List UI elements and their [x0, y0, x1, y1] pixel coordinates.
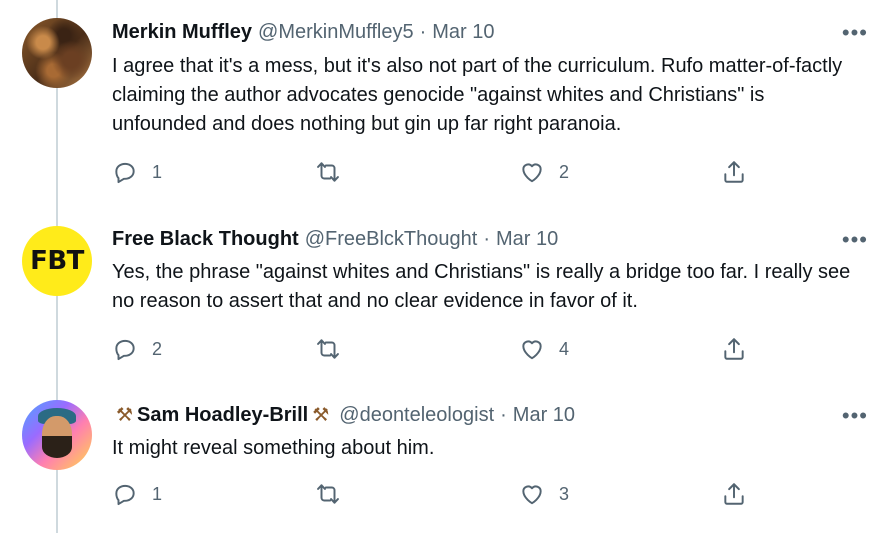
tweet-actions: 1 3 — [112, 481, 752, 511]
tweet[interactable]: ⚒ Sam Hoadley-Brill ⚒ @deonteleologist ·… — [0, 380, 889, 533]
author-handle[interactable]: @FreeBlckThought — [305, 228, 478, 251]
reply-count: 2 — [152, 338, 163, 359]
tweet-actions: 1 2 — [112, 159, 752, 189]
tweet-header: ⚒ Sam Hoadley-Brill ⚒ @deonteleologist ·… — [112, 402, 575, 428]
retweet-icon — [317, 339, 339, 359]
avatar-beard — [42, 436, 72, 458]
tweet-date[interactable]: Mar 10 — [513, 404, 575, 427]
avatar[interactable] — [22, 18, 92, 88]
like-count: 3 — [559, 483, 570, 504]
more-options-icon[interactable]: ••• — [842, 20, 868, 46]
separator-dot: · — [500, 403, 507, 426]
retweet-button[interactable] — [315, 481, 341, 507]
reply-button[interactable]: 1 — [112, 481, 162, 507]
reply-count: 1 — [152, 483, 163, 504]
retweet-button[interactable] — [315, 159, 341, 185]
like-count: 4 — [559, 338, 570, 359]
tweet-actions: 2 4 — [112, 336, 752, 366]
avatar[interactable]: FBT — [22, 226, 92, 296]
separator-dot: · — [419, 20, 427, 43]
hammer-pick-icon: ⚒ — [312, 404, 330, 426]
share-icon — [724, 483, 744, 505]
retweet-icon — [317, 484, 339, 504]
author-name[interactable]: Sam Hoadley-Brill — [137, 404, 308, 427]
reply-icon — [115, 484, 135, 506]
share-button[interactable] — [721, 481, 747, 507]
retweet-icon — [317, 162, 339, 182]
heart-icon — [522, 163, 542, 183]
share-icon — [724, 161, 744, 183]
tweet-date[interactable]: Mar 10 — [496, 228, 558, 251]
tweet-text: Yes, the phrase "against whites and Chri… — [112, 261, 851, 312]
tweet[interactable]: Merkin Muffley @MerkinMuffley5 · Mar 10 … — [0, 0, 889, 200]
reply-icon — [115, 162, 135, 184]
more-options-icon[interactable]: ••• — [842, 403, 868, 429]
separator-dot: · — [483, 227, 490, 250]
tweet[interactable]: FBT Free Black Thought @FreeBlckThought … — [0, 200, 889, 380]
like-button[interactable]: 4 — [519, 336, 569, 362]
retweet-button[interactable] — [315, 336, 341, 362]
share-button[interactable] — [721, 336, 747, 362]
tweet-text: It might reveal something about him. — [112, 437, 435, 459]
reply-button[interactable]: 1 — [112, 159, 162, 185]
author-name[interactable]: Merkin Muffley — [112, 21, 252, 44]
tweet-header: Free Black Thought @FreeBlckThought · Ma… — [112, 226, 558, 252]
reply-count: 1 — [152, 161, 163, 182]
tweet-date[interactable]: Mar 10 — [432, 21, 494, 44]
reply-icon — [115, 339, 135, 361]
like-button[interactable]: 3 — [519, 481, 569, 507]
share-icon — [724, 338, 744, 360]
author-name[interactable]: Free Black Thought — [112, 228, 299, 251]
avatar[interactable] — [22, 400, 92, 470]
heart-icon — [522, 340, 542, 360]
more-options-icon[interactable]: ••• — [842, 227, 868, 253]
share-button[interactable] — [721, 159, 747, 185]
tweet-header: Merkin Muffley @MerkinMuffley5 · Mar 10 — [112, 19, 495, 45]
tweet-text: I agree that it's a mess, but it's also … — [112, 55, 843, 135]
author-handle[interactable]: @MerkinMuffley5 — [258, 21, 414, 44]
like-button[interactable]: 2 — [519, 159, 569, 185]
reply-button[interactable]: 2 — [112, 336, 162, 362]
author-handle[interactable]: @deonteleologist — [339, 404, 494, 427]
heart-icon — [522, 485, 542, 505]
like-count: 2 — [559, 161, 570, 182]
hammer-pick-icon: ⚒ — [116, 404, 134, 426]
